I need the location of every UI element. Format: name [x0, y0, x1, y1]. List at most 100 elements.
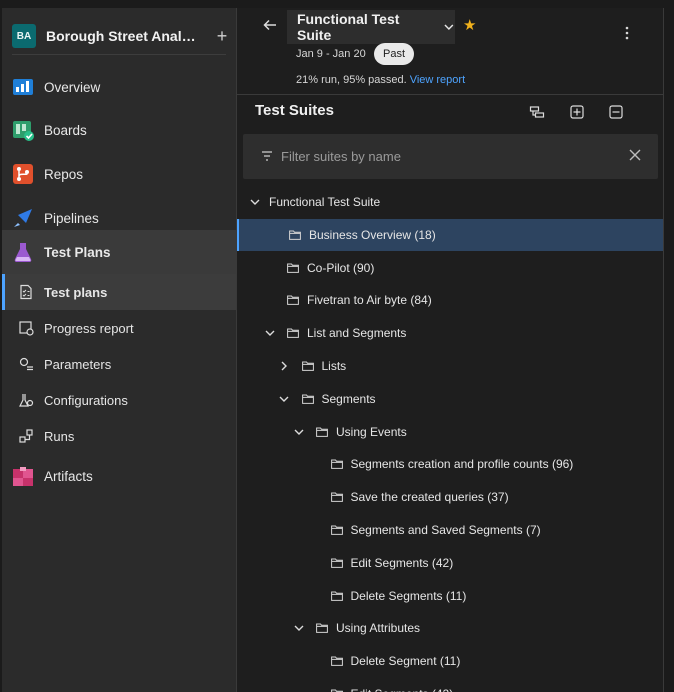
test-plan-document-icon	[20, 284, 32, 300]
nav-sub-runs[interactable]: Runs	[2, 418, 236, 454]
chevron-down-icon[interactable]	[278, 393, 290, 405]
boards-icon	[13, 121, 34, 141]
new-suite-icon[interactable]	[529, 104, 545, 120]
tree-row-label: Save the created queries (37)	[350, 490, 509, 505]
tree-row[interactable]: Delete Segments (11)	[237, 580, 663, 612]
run-stats: 21% run, 95% passed. View report	[296, 74, 465, 86]
organization-header[interactable]: BA Borough Street Analyti... +	[12, 20, 230, 52]
tree-row[interactable]: Save the created queries (37)	[237, 481, 663, 513]
favorite-star-icon[interactable]: ★	[463, 16, 476, 34]
org-name[interactable]: Borough Street Analyti...	[46, 28, 198, 44]
nav-pipelines-label: Pipelines	[44, 210, 99, 226]
view-report-link[interactable]: View report	[410, 74, 465, 86]
nav-overview-label: Overview	[44, 79, 101, 95]
tree-row[interactable]: Using Attributes	[237, 612, 663, 644]
chevron-down-icon	[444, 24, 454, 31]
chevron-down-icon[interactable]	[264, 327, 276, 339]
add-icon[interactable]: +	[214, 26, 230, 47]
progress-report-icon	[19, 321, 34, 336]
overview-icon	[13, 79, 33, 95]
test-plans-icon	[14, 243, 32, 262]
nav-sub-configurations-label: Configurations	[44, 392, 128, 408]
tree-row-label: Business Overview (18)	[309, 227, 436, 242]
nav-sub-progress-report-label: Progress report	[44, 320, 134, 336]
tree-row[interactable]: Segments	[237, 383, 663, 415]
close-icon[interactable]	[628, 148, 642, 162]
main-panel: Functional Test Suite ★ Jan 9 - Jan 20 P…	[236, 8, 664, 692]
more-actions-icon[interactable]	[625, 26, 629, 40]
folder-icon	[330, 558, 343, 568]
tree-row-label: Edit Segments (42)	[350, 555, 454, 570]
nav-test-plans[interactable]: Test Plans	[2, 230, 236, 274]
nav-sub-parameters[interactable]: Parameters	[2, 346, 236, 382]
filter-icon	[262, 151, 272, 161]
nav-sub-configurations[interactable]: Configurations	[2, 382, 236, 418]
nav-sub-test-plans[interactable]: Test plans	[2, 274, 236, 310]
tree-row-label: Segments	[321, 391, 376, 406]
tree-row[interactable]: Functional Test Suite	[237, 186, 663, 218]
folder-icon	[316, 623, 328, 634]
collapse-all-icon[interactable]	[608, 104, 624, 120]
tree-row[interactable]: Using Events	[237, 416, 663, 448]
test-suites-title: Test Suites	[255, 102, 334, 119]
nav-test-plans-label: Test Plans	[44, 244, 111, 260]
folder-icon	[287, 328, 299, 339]
back-arrow-icon[interactable]	[263, 18, 277, 32]
tree-row[interactable]: Fivetran to Air byte (84)	[237, 284, 663, 316]
tree-row-label: List and Segments	[307, 326, 407, 341]
tree-row-label: Using Attributes	[336, 621, 421, 636]
folder-icon	[330, 459, 343, 470]
nav-repos-label: Repos	[44, 166, 84, 182]
suite-selector-label: Functional Test Suite	[297, 11, 400, 43]
tree-row-label: Functional Test Suite	[269, 195, 381, 209]
left-navigation: BA Borough Street Analyti... + Overview …	[0, 8, 236, 692]
folder-icon	[287, 263, 299, 273]
nav-artifacts[interactable]: Artifacts	[2, 454, 236, 498]
folder-icon	[330, 591, 343, 601]
tree-row-label: Delete Segment (11)	[350, 654, 461, 669]
tree-row[interactable]: Segments creation and profile counts (96…	[237, 448, 663, 480]
iteration-dates: Jan 9 - Jan 20	[296, 48, 366, 60]
tree-row-label: Delete Segments (11)	[350, 588, 467, 603]
folder-icon	[301, 361, 314, 371]
divider	[12, 54, 226, 55]
pipelines-icon	[14, 209, 32, 227]
tree-row-label: Segments creation and profile counts (96…	[350, 457, 574, 472]
tree-row[interactable]: Lists	[237, 350, 663, 382]
tree-row[interactable]: Edit Segments (42)	[237, 678, 663, 692]
nav-boards-label: Boards	[44, 122, 87, 138]
parameters-icon	[19, 357, 33, 371]
nav-sub-test-plans-label: Test plans	[44, 284, 108, 300]
tree-row[interactable]: List and Segments	[237, 317, 663, 349]
nav-sub-runs-label: Runs	[44, 428, 75, 444]
expand-all-icon[interactable]	[569, 104, 585, 120]
chevron-down-icon[interactable]	[249, 196, 261, 208]
run-stats-text: 21% run, 95% passed.	[296, 74, 407, 86]
tree-row-label: Using Events	[336, 424, 407, 439]
configurations-icon	[19, 394, 34, 407]
folder-icon	[330, 492, 343, 503]
chevron-down-icon[interactable]	[293, 426, 305, 438]
tree-row-label: Fivetran to Air byte (84)	[307, 293, 432, 308]
repos-icon	[13, 164, 33, 184]
tree-row[interactable]: Co-Pilot (90)	[237, 252, 663, 284]
tree-row[interactable]: Delete Segment (11)	[237, 645, 663, 677]
tree-row-label: Lists	[321, 359, 347, 373]
nav-repos[interactable]: Repos	[2, 152, 236, 196]
tree-row-label: Edit Segments (42)	[351, 687, 454, 692]
nav-boards[interactable]: Boards	[2, 108, 236, 152]
nav-sub-progress-report[interactable]: Progress report	[2, 310, 236, 346]
chevron-down-icon[interactable]	[293, 622, 305, 634]
nav-artifacts-label: Artifacts	[44, 468, 93, 484]
folder-icon	[330, 525, 343, 535]
chevron-right-icon[interactable]	[278, 360, 290, 372]
suite-selector[interactable]: Functional Test Suite	[287, 10, 455, 44]
tree-row-label: Segments and Saved Segments (7)	[350, 523, 541, 537]
tree-row[interactable]: Business Overview (18)	[237, 218, 663, 251]
tree-row[interactable]: Segments and Saved Segments (7)	[237, 514, 663, 546]
nav-overview[interactable]: Overview	[2, 66, 236, 108]
tree-row[interactable]: Edit Segments (42)	[237, 547, 663, 579]
filter-suites-input[interactable]	[281, 144, 611, 168]
org-avatar: BA	[12, 24, 36, 48]
folder-icon	[289, 230, 301, 240]
